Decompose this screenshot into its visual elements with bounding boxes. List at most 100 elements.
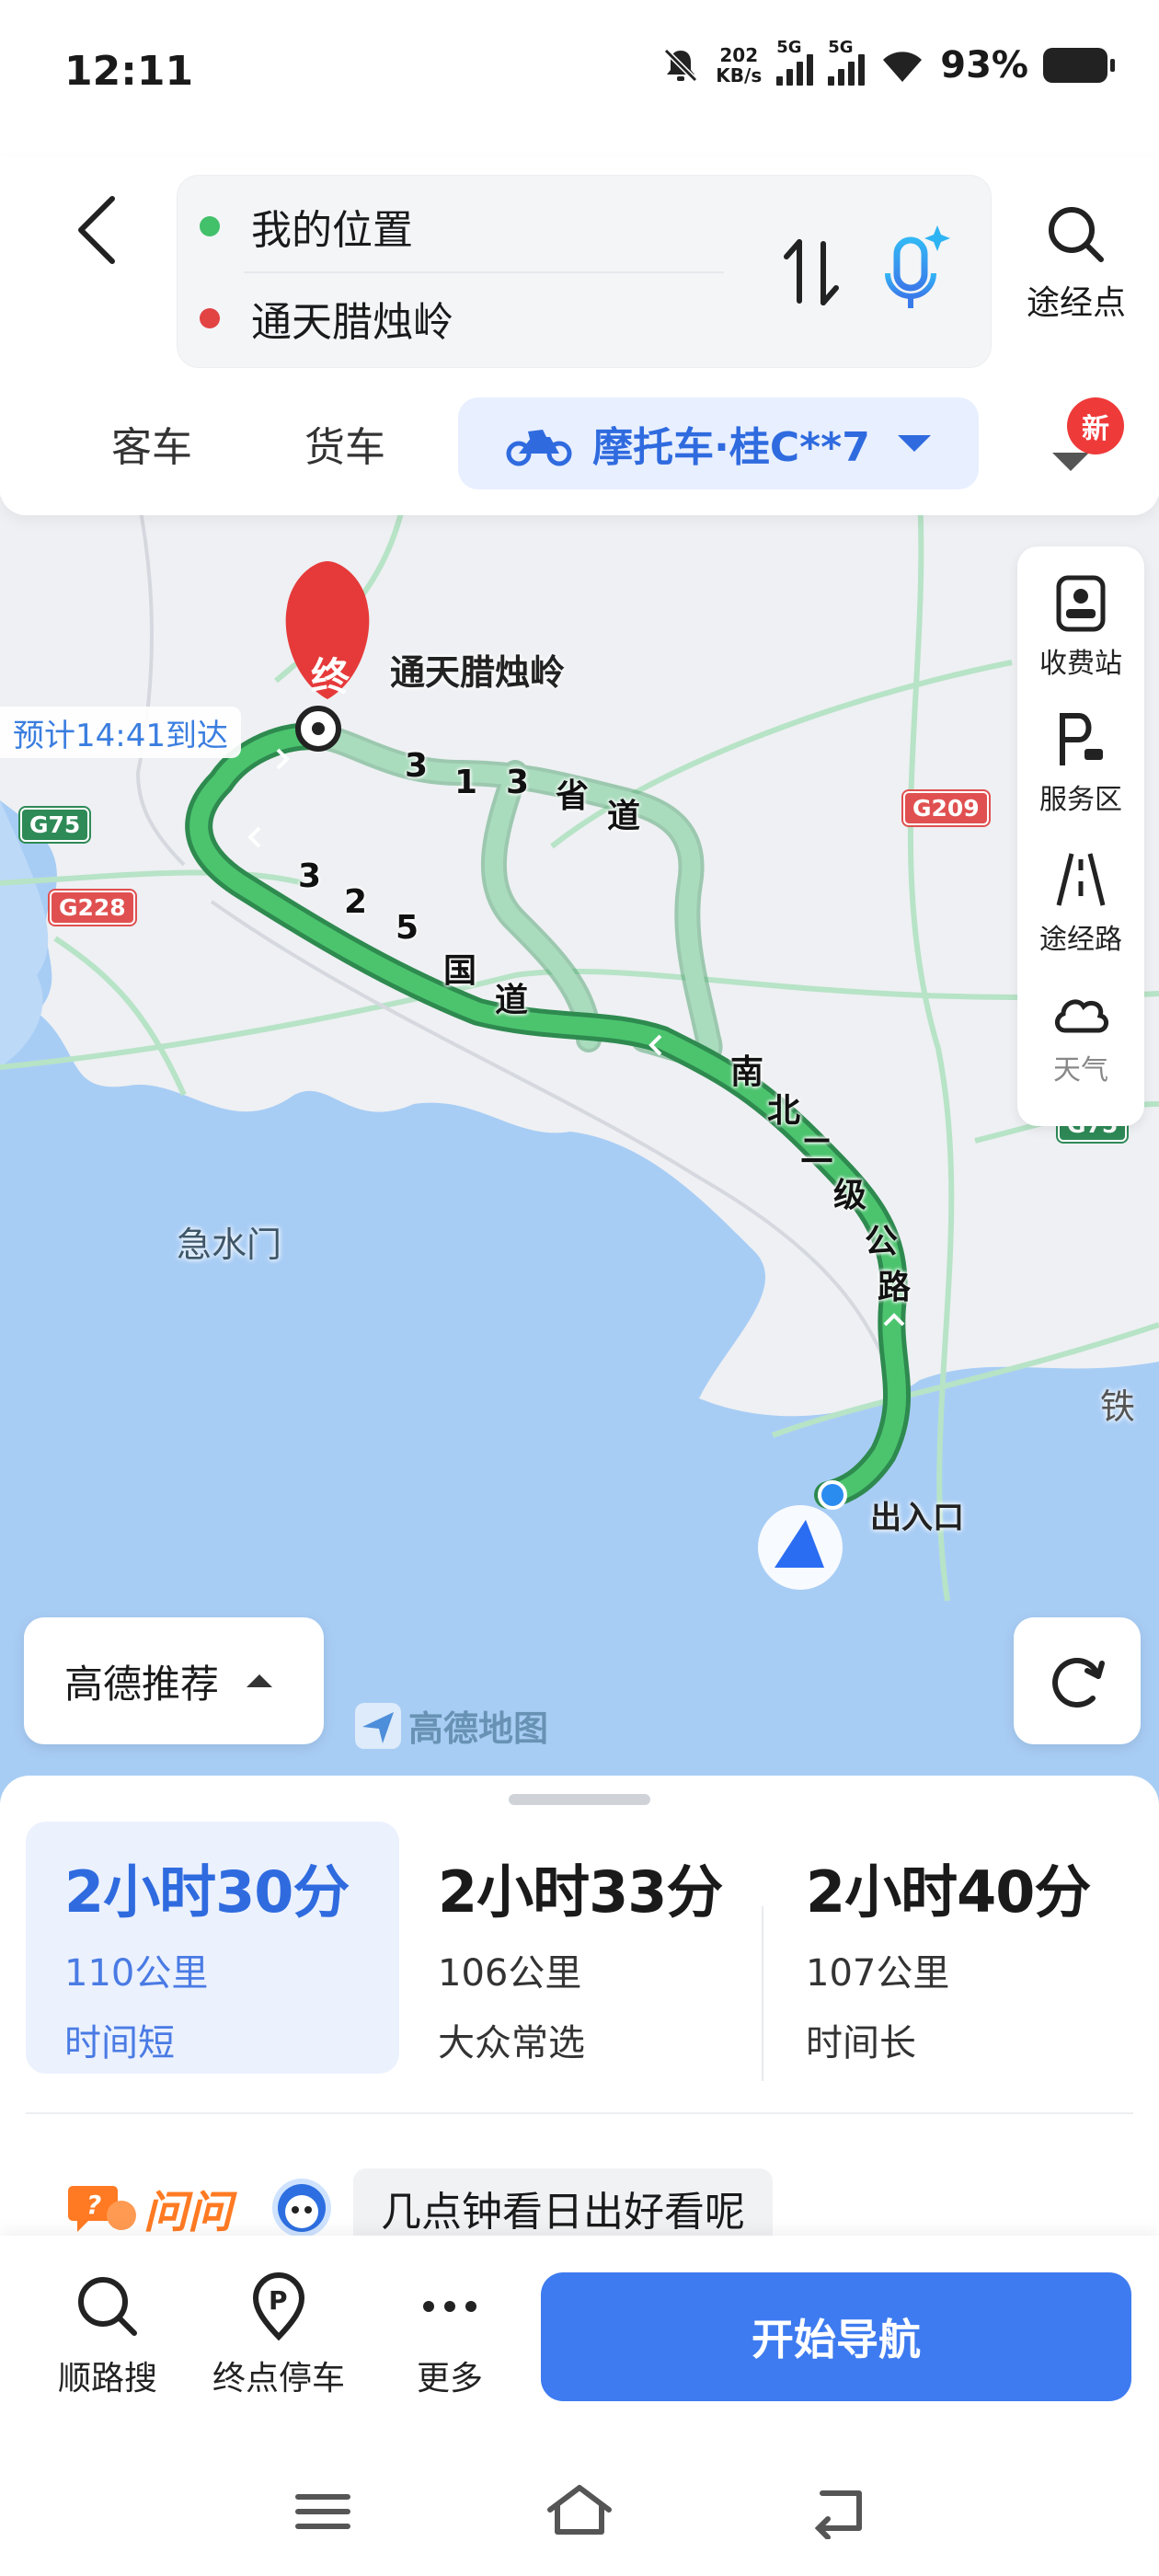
dest-parking-label: 终点停车 [212, 2360, 345, 2398]
ask-chat-icon: ? [68, 2186, 136, 2232]
destination-parking-button[interactable]: P 终点停车 [201, 2272, 357, 2399]
road-s313-char: 1 [454, 764, 478, 801]
drag-handle[interactable] [509, 1794, 650, 1805]
battery-percent: 93% [940, 44, 1028, 86]
route-distance: 107公里 [806, 1952, 950, 1995]
ask-brand-text: 问问 [143, 2187, 233, 2238]
destination-dot-icon [200, 308, 220, 328]
service-area-button[interactable]: 服务区 [1017, 710, 1144, 817]
destination-field[interactable]: 通天腊烛岭 [200, 272, 453, 364]
destination-pin-text: 终 [311, 654, 350, 699]
route-input-box: 我的位置 通天腊烛岭 [177, 175, 992, 368]
shield-g75-west: G75 [20, 808, 90, 842]
mute-bell-icon [664, 48, 698, 83]
map-canvas [0, 497, 1159, 1803]
sim1-label: 5G [776, 38, 802, 57]
toll-station-button[interactable]: 收费站 [1017, 574, 1144, 681]
road-nanbei-char: 二 [800, 1133, 834, 1170]
ai-mic-icon [885, 225, 950, 308]
dropdown-arrow-icon[interactable] [1052, 453, 1089, 471]
sim2-signal-icon: 5G [828, 38, 866, 86]
weather-label: 天气 [1053, 1054, 1108, 1087]
chevron-up-icon [247, 1674, 273, 1687]
svg-text:P: P [269, 2285, 288, 2316]
route-header: 我的位置 通天腊烛岭 途经点 客车 货车 摩托车·桂C**7 新 [0, 156, 1159, 515]
more-button[interactable]: 更多 [372, 2272, 528, 2399]
search-icon [1049, 207, 1104, 262]
recommend-dropdown[interactable]: 高德推荐 [24, 1617, 324, 1744]
amap-logo-icon [355, 1702, 401, 1749]
net-speed-unit: KB/s [716, 64, 763, 86]
vehicle-tabs: 客车 货车 摩托车·桂C**7 新 [0, 397, 1159, 489]
origin-text: 我的位置 [251, 207, 413, 254]
wifi-icon [883, 52, 923, 82]
assistant-face-icon [278, 2184, 327, 2232]
origin-dot-icon [200, 216, 220, 236]
bottom-action-bar: 顺路搜 P 终点停车 更多 开始导航 [0, 2236, 1159, 2447]
refresh-button[interactable] [1014, 1617, 1141, 1744]
swap-button[interactable] [775, 222, 849, 323]
destination-text: 通天腊烛岭 [251, 299, 453, 346]
svg-text:?: ? [86, 2190, 101, 2220]
via-road-label: 途经路 [1039, 924, 1122, 956]
via-road-button[interactable]: 途经路 [1017, 850, 1144, 957]
amap-logo: 高德地图 [353, 1700, 548, 1751]
net-speed-value: 202 [719, 44, 759, 66]
eta-pill: 预计14:41到达 [0, 707, 241, 758]
road-g325-char: 3 [298, 857, 322, 895]
weather-button[interactable]: 天气 [1017, 988, 1144, 1087]
search-icon [78, 2277, 137, 2336]
along-route-search-button[interactable]: 顺路搜 [29, 2272, 186, 2399]
route-options: 2小时30分 110公里 时间短 2小时33分 106公里 大众常选 2小时40… [26, 1822, 1133, 2081]
map-tools-panel: 收费站 服务区 途经路 天气 [1017, 546, 1144, 1126]
battery-icon [1043, 48, 1115, 83]
route-option[interactable]: 2小时40分 107公里 时间长 [767, 1822, 1133, 2074]
back-button[interactable] [64, 184, 138, 276]
route-distance: 110公里 [64, 1952, 209, 1995]
shield-g209: G209 [903, 791, 989, 825]
status-icons: 202 KB/s 5G 5G 93% [660, 38, 1115, 86]
service-area-icon [1060, 713, 1103, 765]
ask-brand[interactable]: ? 问问 [68, 2176, 232, 2240]
swap-arrows-icon [784, 239, 839, 305]
tab-truck[interactable]: 货车 [267, 397, 423, 489]
chevron-down-icon [897, 435, 931, 452]
tab-bus[interactable]: 客车 [74, 397, 230, 489]
toll-icon [1056, 575, 1106, 632]
along-search-label: 顺路搜 [57, 2360, 157, 2398]
toll-label: 收费站 [1039, 648, 1122, 680]
menu-icon[interactable] [291, 2484, 355, 2539]
road-nanbei-char: 路 [878, 1269, 912, 1306]
road-nanbei-char: 公 [865, 1223, 899, 1260]
voice-input-button[interactable] [867, 213, 959, 332]
road-s313-char: 省 [556, 777, 590, 815]
route-option[interactable]: 2小时30分 110公里 时间短 [26, 1822, 399, 2074]
route-sheet: 2小时30分 110公里 时间短 2小时33分 106公里 大众常选 2小时40… [0, 1776, 1159, 2576]
road-nanbei-char: 北 [767, 1092, 801, 1130]
road-g325-char: 国 [443, 952, 477, 990]
route-duration: 2小时33分 [438, 1858, 723, 1926]
route-option[interactable]: 2小时33分 106公里 大众常选 [399, 1822, 767, 2074]
cloud-icon [1055, 999, 1108, 1033]
more-dots-icon [423, 2301, 476, 2312]
route-tag: 时间短 [64, 2022, 175, 2064]
via-label: 途经点 [1026, 284, 1126, 322]
road-nanbei-char: 南 [730, 1053, 764, 1091]
route-tag: 大众常选 [438, 2022, 585, 2064]
road-s313-char: 道 [607, 798, 641, 835]
add-via-point-button[interactable]: 途经点 [1012, 202, 1141, 340]
tab-motorcycle[interactable]: 摩托车·桂C**7 [458, 397, 979, 489]
place-jishuimen: 急水门 [177, 1225, 282, 1265]
motorcycle-tab-label: 摩托车·桂C**7 [592, 424, 870, 471]
sim1-signal-icon: 5G [776, 38, 814, 86]
recommend-label: 高德推荐 [64, 1661, 220, 1707]
road-icon [1056, 853, 1106, 906]
road-s313-char: 3 [506, 764, 530, 801]
origin-field[interactable]: 我的位置 [200, 180, 413, 272]
start-navigation-button[interactable]: 开始导航 [541, 2272, 1131, 2401]
home-icon[interactable] [543, 2480, 616, 2539]
net-speed: 202 KB/s [716, 45, 762, 86]
status-bar: 12:11 202 KB/s 5G 5G 93% [0, 0, 1159, 156]
map-view[interactable]: 终 通天腊烛岭 预计14:41到达 G75 G228 G209 G75 3 1 … [0, 497, 1159, 1803]
back-nav-icon[interactable] [806, 2484, 870, 2539]
